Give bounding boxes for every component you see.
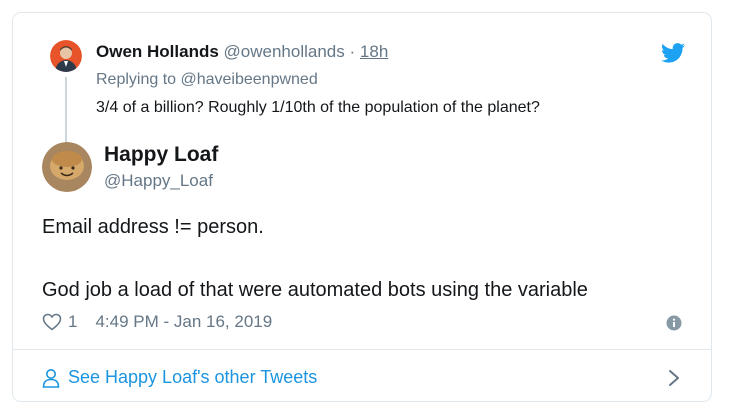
tweet-text-line-2: God job a load of that were automated bo…: [42, 279, 588, 301]
reply-author-name[interactable]: Owen Hollands: [96, 42, 219, 61]
chevron-right-icon[interactable]: [667, 369, 681, 387]
reply-tweet-text: 3/4 of a billion? Roughly 1/10th of the …: [96, 99, 540, 116]
heart-icon[interactable]: [42, 313, 62, 331]
reply-header: Owen Hollands @owenhollands · 18h: [96, 42, 388, 62]
footer-divider: [13, 349, 711, 350]
twitter-bird-icon[interactable]: [661, 43, 685, 63]
separator-dot: ·: [349, 42, 356, 61]
main-author-name[interactable]: Happy Loaf: [104, 143, 218, 167]
tweet-text-line-1: Email address != person.: [42, 216, 264, 238]
tweet-meta-row: 1 4:49 PM - Jan 16, 2019: [42, 312, 272, 332]
thread-connector-line: [65, 77, 67, 147]
reply-author-avatar[interactable]: [50, 40, 82, 72]
info-icon[interactable]: [666, 315, 682, 331]
like-count[interactable]: 1: [68, 312, 77, 332]
person-icon: [42, 368, 60, 388]
main-author-avatar[interactable]: [42, 142, 92, 192]
embedded-tweet-card: Owen Hollands @owenhollands · 18h Replyi…: [12, 12, 712, 402]
replying-to-label[interactable]: Replying to @haveibeenpwned: [96, 71, 318, 89]
see-other-tweets-label[interactable]: See Happy Loaf's other Tweets: [68, 367, 317, 388]
reply-author-handle[interactable]: @owenhollands: [224, 42, 345, 61]
tweet-timestamp-link[interactable]: 4:49 PM - Jan 16, 2019: [95, 312, 272, 332]
main-author-handle[interactable]: @Happy_Loaf: [104, 171, 213, 191]
reply-timestamp-link[interactable]: 18h: [360, 42, 388, 61]
see-other-tweets-link[interactable]: See Happy Loaf's other Tweets: [42, 367, 317, 388]
